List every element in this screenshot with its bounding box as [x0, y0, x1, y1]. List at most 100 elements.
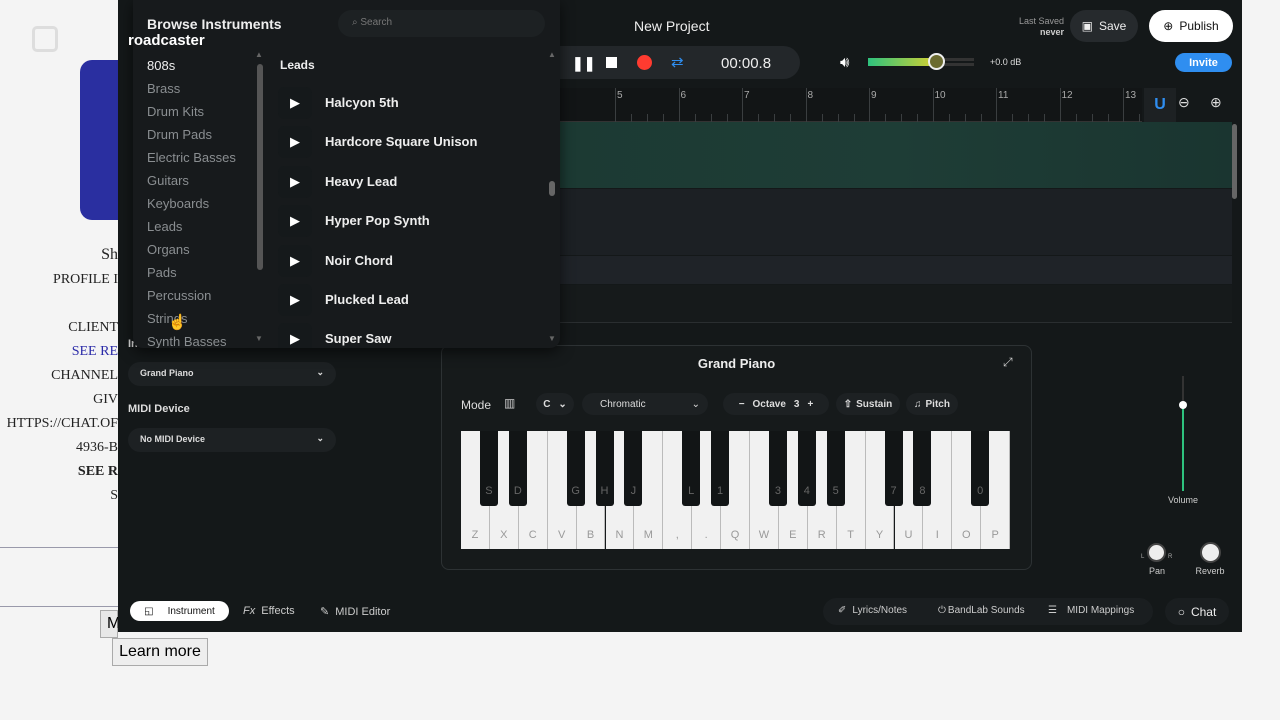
- reverb-knob[interactable]: [1200, 542, 1221, 563]
- piano-black-key[interactable]: J: [624, 431, 643, 506]
- browse-instruments-popup: Browse Instruments ⌕ Search 808s Brass Dru…: [133, 0, 560, 348]
- piano-black-key[interactable]: H: [595, 431, 614, 506]
- play-icon[interactable]: ▶: [278, 205, 312, 238]
- scale-select[interactable]: Chromatic ⌄: [582, 393, 708, 415]
- track-region[interactable]: [560, 256, 1232, 284]
- piano-black-key[interactable]: 4: [797, 431, 816, 506]
- scroll-down-arrow[interactable]: ▼: [255, 334, 263, 343]
- track-region-active[interactable]: [560, 122, 1232, 188]
- category-scrollbar[interactable]: [257, 64, 263, 270]
- instrument-item[interactable]: ▶ Heavy Lead: [278, 165, 538, 200]
- category-brass[interactable]: Brass: [147, 81, 180, 96]
- zoom-out-icon[interactable]: ⊖: [1178, 94, 1190, 111]
- list-scrollbar-thumb[interactable]: [549, 181, 555, 196]
- record-button[interactable]: [637, 55, 652, 70]
- instrument-select[interactable]: Grand Piano ⌄: [128, 362, 336, 386]
- instrument-item[interactable]: ▶ Super Saw: [278, 323, 538, 348]
- octave-up-button[interactable]: +: [807, 399, 813, 410]
- chevron-down-icon: ⌄: [691, 398, 700, 410]
- piano-black-key[interactable]: 3: [768, 431, 787, 506]
- ruler-subtick: [885, 114, 886, 122]
- play-icon[interactable]: ▶: [278, 126, 312, 159]
- piano-black-key[interactable]: 1: [711, 431, 730, 506]
- invite-button[interactable]: Invite: [1175, 53, 1232, 72]
- publish-button[interactable]: ⊕ Publish: [1149, 10, 1233, 42]
- track-region[interactable]: [560, 189, 1232, 255]
- ruler-tick: [742, 88, 743, 122]
- pause-button[interactable]: ❚❚: [572, 55, 595, 72]
- piano-black-key[interactable]: 0: [971, 431, 990, 506]
- learn-more-button[interactable]: Learn more: [112, 638, 208, 666]
- ruler-tick-label: 7: [744, 90, 750, 101]
- search-input[interactable]: ⌕ Search: [338, 10, 545, 37]
- play-icon[interactable]: ▶: [278, 323, 312, 348]
- ruler-subtick: [901, 114, 902, 122]
- tab-instrument[interactable]: ◱ Instrument: [130, 601, 229, 621]
- piano-black-key[interactable]: D: [508, 431, 527, 506]
- bandlab-sounds-button[interactable]: ⏻ BandLab Sounds: [938, 605, 1025, 616]
- category-leads[interactable]: Leads: [147, 219, 182, 234]
- tab-effects[interactable]: Fx Effects: [243, 605, 295, 617]
- zoom-in-icon[interactable]: ⊕: [1210, 94, 1222, 111]
- partial-button[interactable]: M: [100, 610, 120, 638]
- save-button[interactable]: ▣ Save: [1070, 10, 1138, 42]
- speaker-icon[interactable]: 🔊︎: [840, 54, 849, 71]
- scroll-up-arrow[interactable]: ▲: [255, 50, 263, 59]
- scroll-down-arrow[interactable]: ▼: [548, 334, 556, 343]
- loop-icon[interactable]: ⇄: [671, 53, 684, 71]
- save-icon: ▣: [1081, 19, 1093, 33]
- key-select[interactable]: C ⌄: [536, 393, 574, 415]
- category-guitars[interactable]: Guitars: [147, 173, 189, 188]
- ruler-tick: [615, 88, 616, 122]
- piano-black-key[interactable]: L: [682, 431, 701, 506]
- scroll-up-arrow[interactable]: ▲: [548, 50, 556, 59]
- category-synth-basses[interactable]: Synth Basses: [147, 334, 227, 348]
- instrument-item[interactable]: ▶ Plucked Lead: [278, 284, 538, 318]
- sustain-button[interactable]: ⇧ Sustain: [836, 393, 900, 415]
- fader-thumb[interactable]: [1179, 400, 1187, 409]
- piano-black-key[interactable]: 7: [884, 431, 903, 506]
- expand-icon[interactable]: ⤢: [1003, 355, 1013, 370]
- lyrics-notes-button[interactable]: ✐ Lyrics/Notes: [838, 605, 907, 616]
- play-icon[interactable]: ▶: [278, 244, 312, 277]
- category-pads[interactable]: Pads: [147, 265, 177, 280]
- play-icon[interactable]: ▶: [278, 284, 312, 316]
- timeline-scrollbar[interactable]: [1232, 124, 1237, 199]
- pan-knob[interactable]: [1147, 543, 1166, 562]
- piano-mode-icon[interactable]: ▥: [504, 396, 515, 410]
- play-icon[interactable]: ▶: [278, 165, 312, 198]
- piano-black-key[interactable]: 5: [826, 431, 845, 506]
- stop-button[interactable]: [606, 57, 617, 68]
- pitch-button[interactable]: ♫ Pitch: [906, 393, 958, 415]
- category-drum-pads[interactable]: Drum Pads: [147, 127, 212, 142]
- snap-magnet-icon[interactable]: U: [1144, 88, 1176, 122]
- play-icon[interactable]: ▶: [278, 87, 312, 119]
- volume-fader[interactable]: [1170, 376, 1196, 491]
- project-title[interactable]: New Project: [634, 18, 709, 34]
- piano-black-key[interactable]: S: [479, 431, 498, 506]
- instrument-item[interactable]: ▶ Halcyon 5th: [278, 87, 538, 121]
- category-organs[interactable]: Organs: [147, 242, 190, 257]
- background-text: CHANNEL: [51, 368, 118, 383]
- octave-control: − Octave 3 +: [723, 393, 829, 415]
- category-electric-basses[interactable]: Electric Basses: [147, 150, 236, 165]
- tab-midi-editor[interactable]: ✎ MIDI Editor: [320, 605, 390, 619]
- category-808s[interactable]: 808s: [147, 58, 175, 73]
- midi-device-select[interactable]: No MIDI Device ⌄: [128, 428, 336, 452]
- ruler-tick-label: 6: [680, 90, 687, 101]
- background-text: PROFILE I: [53, 272, 118, 287]
- octave-down-button[interactable]: −: [739, 399, 745, 410]
- piano-black-key[interactable]: G: [566, 431, 585, 506]
- category-drum-kits[interactable]: Drum Kits: [147, 104, 204, 119]
- piano-black-key[interactable]: 8: [913, 431, 932, 506]
- slider-thumb[interactable]: [927, 53, 945, 70]
- category-percussion[interactable]: Percussion: [147, 288, 211, 303]
- instrument-item[interactable]: ▶ Hyper Pop Synth: [278, 205, 538, 239]
- instrument-item[interactable]: ▶ Noir Chord: [278, 244, 538, 279]
- midi-mappings-button[interactable]: ☰ MIDI Mappings: [1048, 605, 1134, 616]
- master-volume-slider[interactable]: [868, 53, 974, 70]
- category-keyboards[interactable]: Keyboards: [147, 196, 209, 211]
- instrument-item[interactable]: ▶ Hardcore Square Unison: [278, 126, 538, 160]
- chat-button[interactable]: ○ Chat: [1165, 598, 1229, 625]
- piano-title: Grand Piano: [697, 356, 776, 371]
